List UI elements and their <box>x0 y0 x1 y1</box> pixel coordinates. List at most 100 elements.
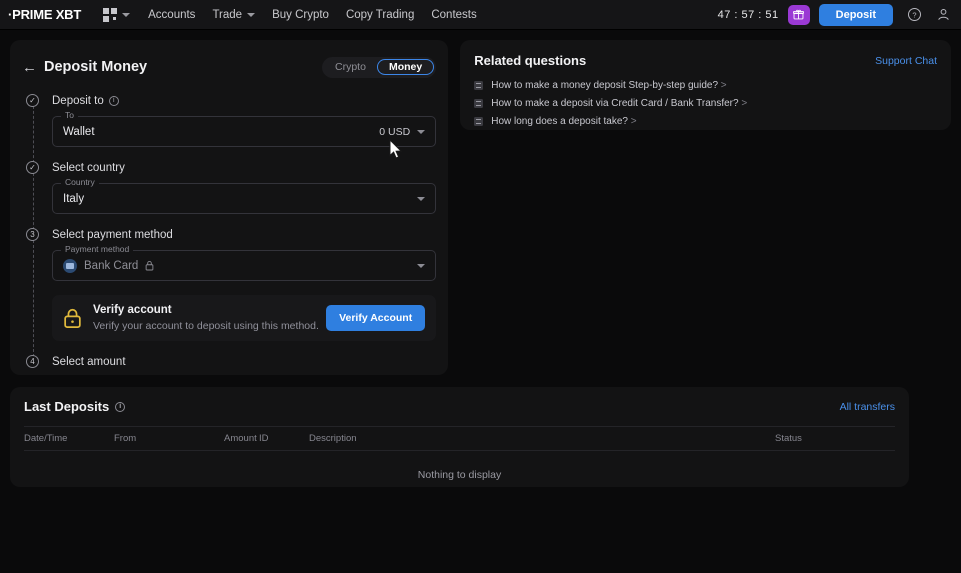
country-value: Italy <box>63 192 85 205</box>
countdown-timer: 47 : 57 : 51 <box>717 8 779 21</box>
col-from: From <box>114 426 224 451</box>
arrow-glyph: > <box>720 80 727 91</box>
nav-item-accounts[interactable]: Accounts <box>148 9 195 21</box>
brand-logo[interactable]: ·PRIME XBT <box>8 7 81 22</box>
verify-subtitle: Verify your account to deposit using thi… <box>93 319 319 332</box>
step-label-text: Select payment method <box>52 228 173 241</box>
col-id: ID <box>259 426 309 451</box>
last-deposits-panel: Last Deposits i All transfers Date/Time … <box>10 387 909 487</box>
payment-method-field[interactable]: Payment method Bank Card <box>52 245 437 281</box>
page-content: ← Deposit Money Crypto Money ✓ Deposit t… <box>0 30 961 573</box>
step-label-text: Select country <box>52 161 125 174</box>
account-button[interactable] <box>936 7 951 22</box>
step-body: Select payment method Payment method Ban… <box>52 228 437 355</box>
field-legend-payment-method: Payment method <box>61 245 134 254</box>
bank-card-icon <box>63 258 77 273</box>
verify-account-card: Verify account Verify your account to de… <box>52 295 437 341</box>
chevron-down-icon <box>122 12 131 17</box>
chevron-down-icon[interactable] <box>417 196 426 201</box>
field-legend-to: To <box>61 111 78 120</box>
verify-title: Verify account <box>93 304 172 317</box>
arrow-glyph: > <box>741 98 748 109</box>
toggle-option-crypto[interactable]: Crypto <box>324 59 377 76</box>
deposit-to-field[interactable]: To Wallet 0 USD <box>52 111 437 147</box>
apps-grid-button[interactable] <box>99 6 134 24</box>
article-icon <box>474 81 484 90</box>
step-label-select-amount: Select amount <box>52 355 436 368</box>
nav-label: Copy Trading <box>345 8 415 21</box>
question-mark-icon: ? <box>908 8 921 21</box>
svg-text:?: ? <box>912 11 916 20</box>
gift-icon <box>793 9 805 20</box>
question-label: How to make a money deposit Step-by-step… <box>491 80 719 91</box>
chevron-down-icon[interactable] <box>417 129 426 134</box>
verify-account-button[interactable]: Verify Account <box>326 305 426 331</box>
question-label: How long does a deposit take? <box>491 116 628 127</box>
article-icon <box>474 117 484 126</box>
info-icon[interactable]: i <box>115 401 126 412</box>
nav-label: Trade <box>212 8 243 21</box>
arrow-glyph: > <box>630 116 637 127</box>
question-text: How to make a money deposit Step-by-step… <box>491 80 726 91</box>
step-body: Deposit to i To Wallet 0 USD <box>52 94 437 161</box>
step-bullet-4: 4 <box>26 355 39 368</box>
user-account-icon <box>938 8 949 20</box>
help-button[interactable]: ? <box>907 7 922 22</box>
empty-state-text: Nothing to display <box>417 469 502 481</box>
question-item[interactable]: How long does a deposit take? > <box>474 116 937 127</box>
nav-item-copy-trading[interactable]: Copy Trading <box>346 9 414 21</box>
gift-button[interactable] <box>787 4 810 25</box>
col-date-time: Date/Time <box>24 426 114 451</box>
question-item[interactable]: How to make a deposit via Credit Card / … <box>474 98 937 109</box>
step-select-payment-method: 3 Select payment method Payment method B… <box>22 228 437 357</box>
related-questions-panel: Related questions Support Chat How to ma… <box>460 40 951 130</box>
step-connector <box>32 106 34 163</box>
nav-item-buy-crypto[interactable]: Buy Crypto <box>272 9 329 21</box>
deposit-type-toggle: Crypto Money <box>322 56 437 78</box>
nav-label: Accounts <box>148 8 196 21</box>
step-bullet-3: 3 <box>26 228 39 241</box>
col-amount: Amount <box>224 426 259 451</box>
step-rail: 4 <box>22 355 52 391</box>
padlock-icon <box>63 308 82 329</box>
all-transfers-link[interactable]: All transfers <box>840 401 895 413</box>
field-right-group <box>417 196 426 201</box>
page-title: Deposit Money <box>44 59 148 75</box>
field-right-group: 0 USD <box>379 126 426 138</box>
step-connector <box>32 240 34 357</box>
step-rail: 3 <box>22 228 52 357</box>
country-select-field[interactable]: Country Italy <box>52 178 437 214</box>
main-nav: Accounts Trade Buy Crypto Copy Trading C… <box>148 9 477 21</box>
step-label-text: Deposit to <box>52 94 104 107</box>
step-label-deposit-to: Deposit to i <box>52 94 436 107</box>
header-deposit-button[interactable]: Deposit <box>818 3 893 26</box>
deposit-stepper: ✓ Deposit to i To Wallet 0 USD ✓ Select … <box>22 94 437 391</box>
step-body: Select amount <box>52 355 436 391</box>
top-row: ← Deposit Money Crypto Money ✓ Deposit t… <box>10 40 951 375</box>
step-rail: ✓ <box>22 161 52 230</box>
step-body: Select country Country Italy <box>52 161 437 228</box>
last-deposits-header: Last Deposits i All transfers <box>24 399 895 414</box>
deposit-to-value: Wallet <box>63 125 95 138</box>
step-rail: ✓ <box>22 94 52 163</box>
back-arrow-icon[interactable]: ← <box>22 60 44 75</box>
field-legend-country: Country <box>61 178 99 187</box>
deposit-money-panel: ← Deposit Money Crypto Money ✓ Deposit t… <box>10 40 449 375</box>
question-item[interactable]: How to make a money deposit Step-by-step… <box>474 80 937 91</box>
nav-item-contests[interactable]: Contests <box>431 9 476 21</box>
support-chat-link[interactable]: Support Chat <box>875 55 937 67</box>
nav-item-trade[interactable]: Trade <box>212 8 256 21</box>
step-label-payment-method: Select payment method <box>52 228 436 241</box>
deposit-panel-header: ← Deposit Money Crypto Money <box>22 54 437 80</box>
nav-label: Contests <box>431 8 477 21</box>
nav-label: Buy Crypto <box>272 8 329 21</box>
chevron-down-icon[interactable] <box>417 263 426 268</box>
field-right-group <box>417 263 426 268</box>
related-questions-header: Related questions Support Chat <box>474 53 937 68</box>
question-text: How to make a deposit via Credit Card / … <box>491 98 747 109</box>
info-icon[interactable]: i <box>108 95 119 106</box>
step-bullet-1: ✓ <box>26 94 39 107</box>
related-questions-title: Related questions <box>474 53 587 68</box>
toggle-option-money[interactable]: Money <box>376 58 435 76</box>
step-deposit-to: ✓ Deposit to i To Wallet 0 USD <box>22 94 437 163</box>
